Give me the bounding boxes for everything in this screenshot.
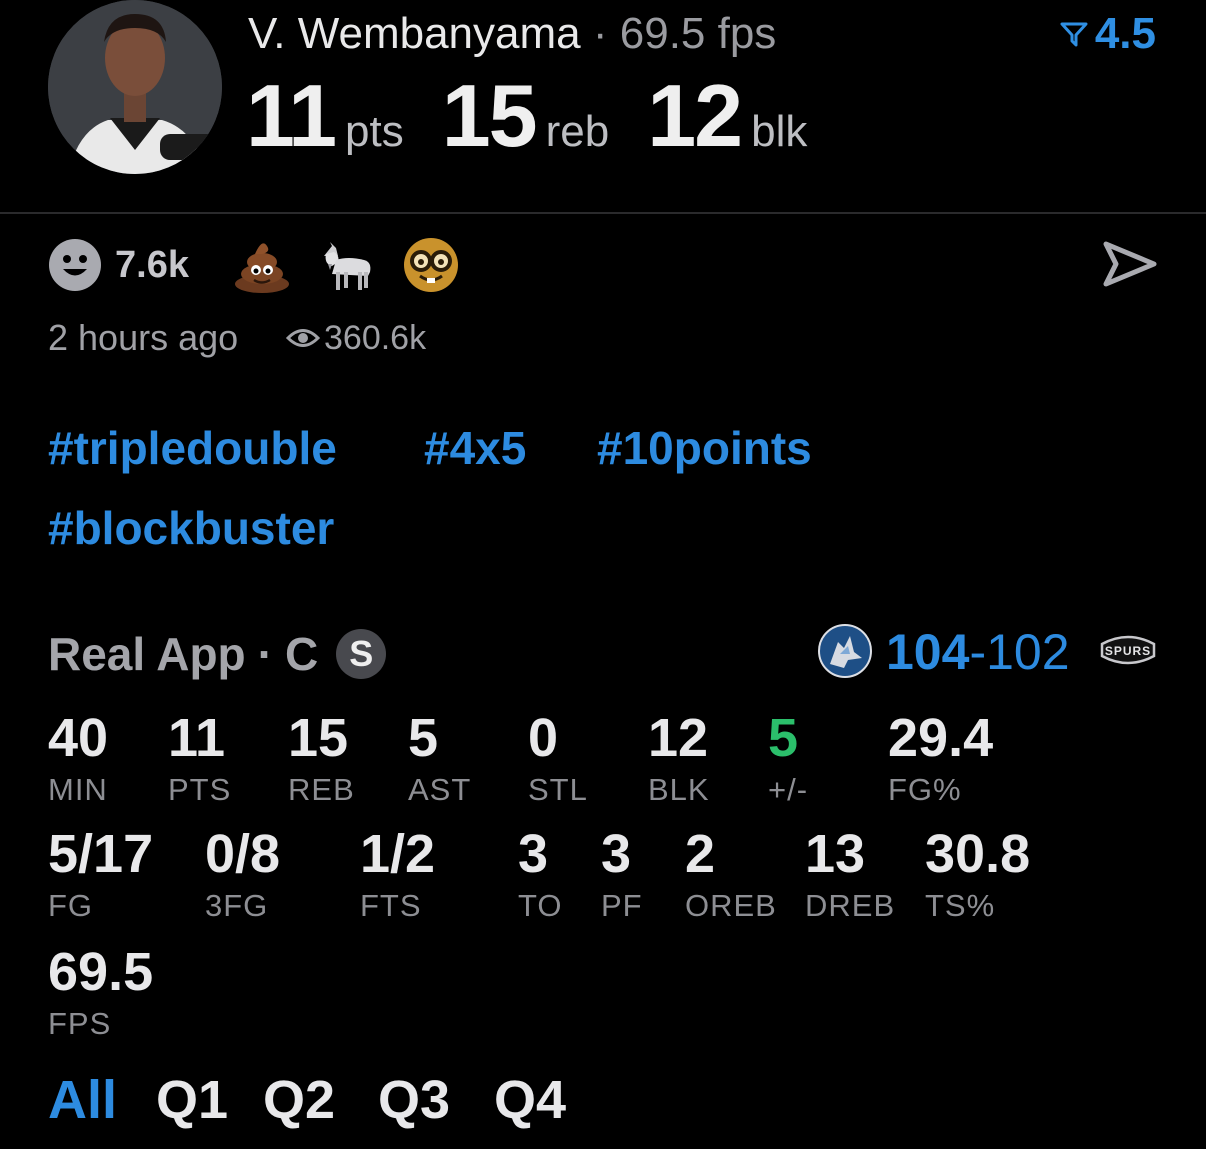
nerd-emoji-icon[interactable] <box>402 236 460 294</box>
separator-dot: · <box>257 628 273 680</box>
stat-ts-pct-value: 30.8 <box>925 824 1031 884</box>
player-name[interactable]: V. Wembanyama <box>248 9 581 58</box>
stat-fts-value: 1/2 <box>360 824 436 884</box>
headline-blk-value: 12 <box>647 66 743 165</box>
tab-q4[interactable]: Q4 <box>494 1070 566 1130</box>
tab-q2[interactable]: Q2 <box>263 1070 335 1130</box>
stat-fps-label: FPS <box>48 1006 112 1041</box>
score-home: 104 <box>886 624 970 680</box>
hashtag-blockbuster[interactable]: #blockbuster <box>48 500 334 556</box>
spurs-logo-icon[interactable]: SPURS <box>1098 630 1158 670</box>
poop-emoji-icon[interactable] <box>233 236 291 294</box>
headline-pts-unit: pts <box>345 107 404 156</box>
eye-icon <box>286 329 320 347</box>
separator-dot: · <box>592 9 608 58</box>
game-source-line: Real App · C S <box>48 626 387 682</box>
stat-to-label: TO <box>518 888 563 923</box>
stat-reb-value: 15 <box>288 708 349 768</box>
stat-pts-label: PTS <box>168 772 232 807</box>
stat-fts-label: FTS <box>360 888 422 923</box>
stat-fps-value: 69.5 <box>48 942 154 1002</box>
stat-3fg-value: 0/8 <box>205 824 281 884</box>
stat-blk-value: 12 <box>648 708 709 768</box>
headline-reb-value: 15 <box>441 66 538 165</box>
headline-reb-unit: reb <box>545 107 610 156</box>
stat-fg-label: FG <box>48 888 94 923</box>
stat-reb-label: REB <box>288 772 355 807</box>
rating-value: 4.5 <box>1094 9 1156 58</box>
smile-reaction-icon[interactable] <box>48 238 102 292</box>
player-line: V. Wembanyama · 69.5 fps <box>248 8 776 60</box>
stat-fg-pct-label: FG% <box>888 772 962 807</box>
goat-emoji-icon[interactable] <box>318 236 376 294</box>
game-score[interactable]: 104-102 <box>886 624 1070 680</box>
stat-oreb-value: 2 <box>685 824 716 884</box>
headline-stats: 11 pts 15 reb 12 blk <box>246 66 845 166</box>
stat-dreb-label: DREB <box>805 888 896 923</box>
stat-ast-label: AST <box>408 772 472 807</box>
timberwolves-logo-icon[interactable] <box>818 624 872 678</box>
stat-pf-label: PF <box>601 888 643 923</box>
stat-pf-value: 3 <box>601 824 632 884</box>
tab-all[interactable]: All <box>48 1070 117 1130</box>
hashtag-4x5[interactable]: #4x5 <box>424 420 526 476</box>
divider <box>0 212 1206 214</box>
tab-q1[interactable]: Q1 <box>156 1070 228 1130</box>
player-position: C <box>284 628 319 680</box>
stat-ts-pct-label: TS% <box>925 888 996 923</box>
reaction-count[interactable]: 7.6k <box>115 242 189 288</box>
view-count: 360.6k <box>324 319 427 357</box>
stat-min-value: 40 <box>48 708 109 768</box>
stat-ast-value: 5 <box>408 708 439 768</box>
headline-blk-unit: blk <box>751 107 808 156</box>
stat-plus-minus-label: +/- <box>768 772 809 807</box>
share-send-icon[interactable] <box>1102 238 1158 290</box>
tab-q3[interactable]: Q3 <box>378 1070 450 1130</box>
stat-pts-value: 11 <box>168 708 226 768</box>
stat-fg-pct-value: 29.4 <box>888 708 994 768</box>
stat-stl-value: 0 <box>528 708 559 768</box>
post-time: 2 hours ago <box>48 317 239 358</box>
hashtag-tripledouble[interactable]: #tripledouble <box>48 420 337 476</box>
player-photo <box>48 0 222 174</box>
filter-funnel-icon <box>1060 22 1088 47</box>
game-source: Real App <box>48 628 246 680</box>
score-dash: - <box>969 624 987 680</box>
svg-text:SPURS: SPURS <box>1105 644 1151 658</box>
stat-stl-label: STL <box>528 772 588 807</box>
hashtag-10points[interactable]: #10points <box>597 420 812 476</box>
fps-summary: 69.5 fps <box>619 9 777 58</box>
stat-min-label: MIN <box>48 772 108 807</box>
stat-to-value: 3 <box>518 824 549 884</box>
stat-3fg-label: 3FG <box>205 888 269 923</box>
stat-dreb-value: 13 <box>805 824 866 884</box>
player-avatar[interactable] <box>48 0 222 174</box>
rating[interactable]: 4.5 <box>1059 8 1156 60</box>
stat-plus-minus-value: 5 <box>768 708 799 768</box>
score-away: 102 <box>986 624 1070 680</box>
starter-badge: S <box>336 629 387 679</box>
stat-oreb-label: OREB <box>685 888 777 923</box>
stat-fg-value: 5/17 <box>48 824 154 884</box>
headline-pts-value: 11 <box>246 66 337 165</box>
stat-blk-label: BLK <box>648 772 710 807</box>
